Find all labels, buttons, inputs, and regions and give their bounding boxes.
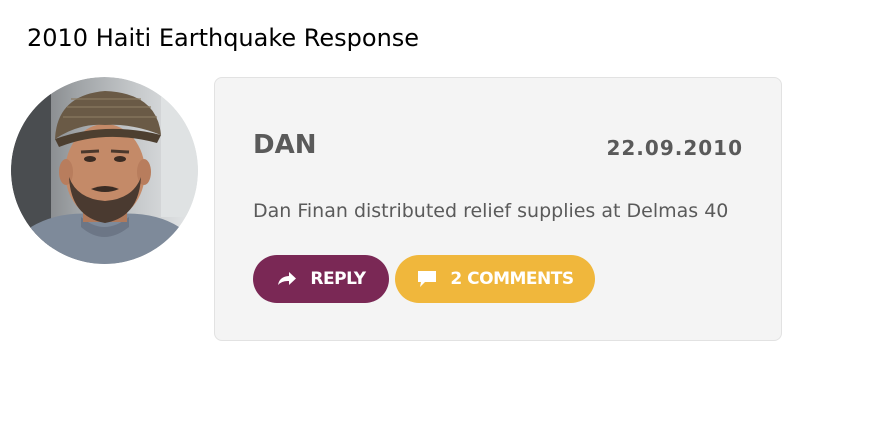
author-name: DAN <box>253 130 317 160</box>
share-arrow-icon <box>276 269 298 289</box>
avatar <box>11 77 198 264</box>
speech-bubble-icon <box>416 269 438 289</box>
comments-button[interactable]: 2 COMMENTS <box>395 255 595 303</box>
reply-button[interactable]: REPLY <box>253 255 389 303</box>
post-date: 22.09.2010 <box>606 136 743 160</box>
comments-label: 2 COMMENTS <box>450 269 574 289</box>
reply-label: REPLY <box>310 269 366 289</box>
comment-text: Dan Finan distributed relief supplies at… <box>253 200 729 222</box>
avatar-photo <box>11 77 198 264</box>
comment-card: DAN 22.09.2010 Dan Finan distributed rel… <box>214 77 782 341</box>
page-title: 2010 Haiti Earthquake Response <box>27 24 420 52</box>
